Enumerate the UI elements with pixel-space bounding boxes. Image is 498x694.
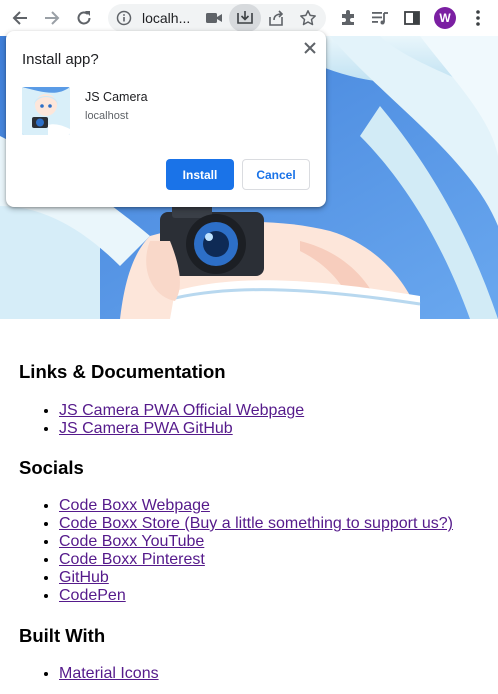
app-icon	[22, 87, 70, 135]
side-panel-button[interactable]	[396, 2, 428, 34]
install-app-dialog: Install app? JS Camera localhost Install…	[6, 31, 326, 207]
list-item: Material Icons	[59, 665, 159, 683]
link-material-icons[interactable]: Material Icons	[59, 665, 159, 682]
camera-icon	[206, 13, 222, 23]
app-origin: localhost	[85, 110, 129, 122]
built-with-list: Material Icons	[19, 665, 159, 683]
share-button[interactable]	[260, 2, 292, 34]
camera-in-use-icon[interactable]	[204, 8, 224, 28]
section-heading-built-with: Built With	[19, 625, 106, 646]
reload-icon	[77, 11, 91, 25]
url-text[interactable]: localh...	[142, 10, 202, 26]
link-code-boxx-pinterest[interactable]: Code Boxx Pinterest	[59, 551, 205, 568]
media-controls-icon	[372, 12, 388, 25]
extensions-button[interactable]	[332, 2, 364, 34]
install-app-button[interactable]	[229, 4, 261, 32]
forward-icon	[45, 11, 60, 25]
share-icon	[269, 10, 284, 26]
browser-menu-button[interactable]	[462, 2, 494, 34]
dialog-title: Install app?	[22, 51, 99, 68]
bookmark-star-icon	[300, 10, 316, 26]
list-item: Code Boxx Webpage	[59, 497, 453, 515]
app-icon-image	[22, 87, 70, 135]
link-github[interactable]: GitHub	[59, 569, 109, 586]
forward-button[interactable]	[36, 2, 68, 34]
links-documentation-list: JS Camera PWA Official Webpage JS Camera…	[19, 402, 304, 438]
bookmark-button[interactable]	[292, 2, 324, 34]
extensions-icon	[342, 10, 354, 25]
list-item: Code Boxx Store (Buy a little something …	[59, 515, 453, 533]
link-code-boxx-youtube[interactable]: Code Boxx YouTube	[59, 533, 204, 550]
reload-button[interactable]	[68, 2, 100, 34]
close-icon[interactable]	[302, 40, 318, 56]
back-icon	[12, 11, 27, 25]
menu-icon	[476, 10, 480, 26]
section-heading-socials: Socials	[19, 457, 84, 478]
avatar-initial: W	[439, 11, 451, 25]
profile-avatar[interactable]: W	[434, 7, 456, 29]
list-item: Code Boxx YouTube	[59, 533, 453, 551]
link-js-camera-official-webpage[interactable]: JS Camera PWA Official Webpage	[59, 402, 304, 419]
link-code-boxx-webpage[interactable]: Code Boxx Webpage	[59, 497, 210, 514]
media-controls-button[interactable]	[364, 2, 396, 34]
section-heading-links-documentation: Links & Documentation	[19, 361, 226, 382]
app-name: JS Camera	[85, 90, 148, 104]
list-item: GitHub	[59, 569, 453, 587]
install-app-icon	[237, 11, 253, 24]
list-item: JS Camera PWA GitHub	[59, 420, 304, 438]
cancel-button[interactable]: Cancel	[242, 159, 310, 190]
link-codepen[interactable]: CodePen	[59, 587, 126, 604]
side-panel-icon	[404, 11, 420, 25]
info-icon[interactable]	[116, 10, 132, 26]
socials-list: Code Boxx Webpage Code Boxx Store (Buy a…	[19, 497, 453, 605]
list-item: CodePen	[59, 587, 453, 605]
link-js-camera-github[interactable]: JS Camera PWA GitHub	[59, 420, 233, 437]
link-code-boxx-store[interactable]: Code Boxx Store (Buy a little something …	[59, 515, 453, 532]
install-button[interactable]: Install	[166, 159, 234, 190]
list-item: JS Camera PWA Official Webpage	[59, 402, 304, 420]
back-button[interactable]	[4, 2, 36, 34]
list-item: Code Boxx Pinterest	[59, 551, 453, 569]
